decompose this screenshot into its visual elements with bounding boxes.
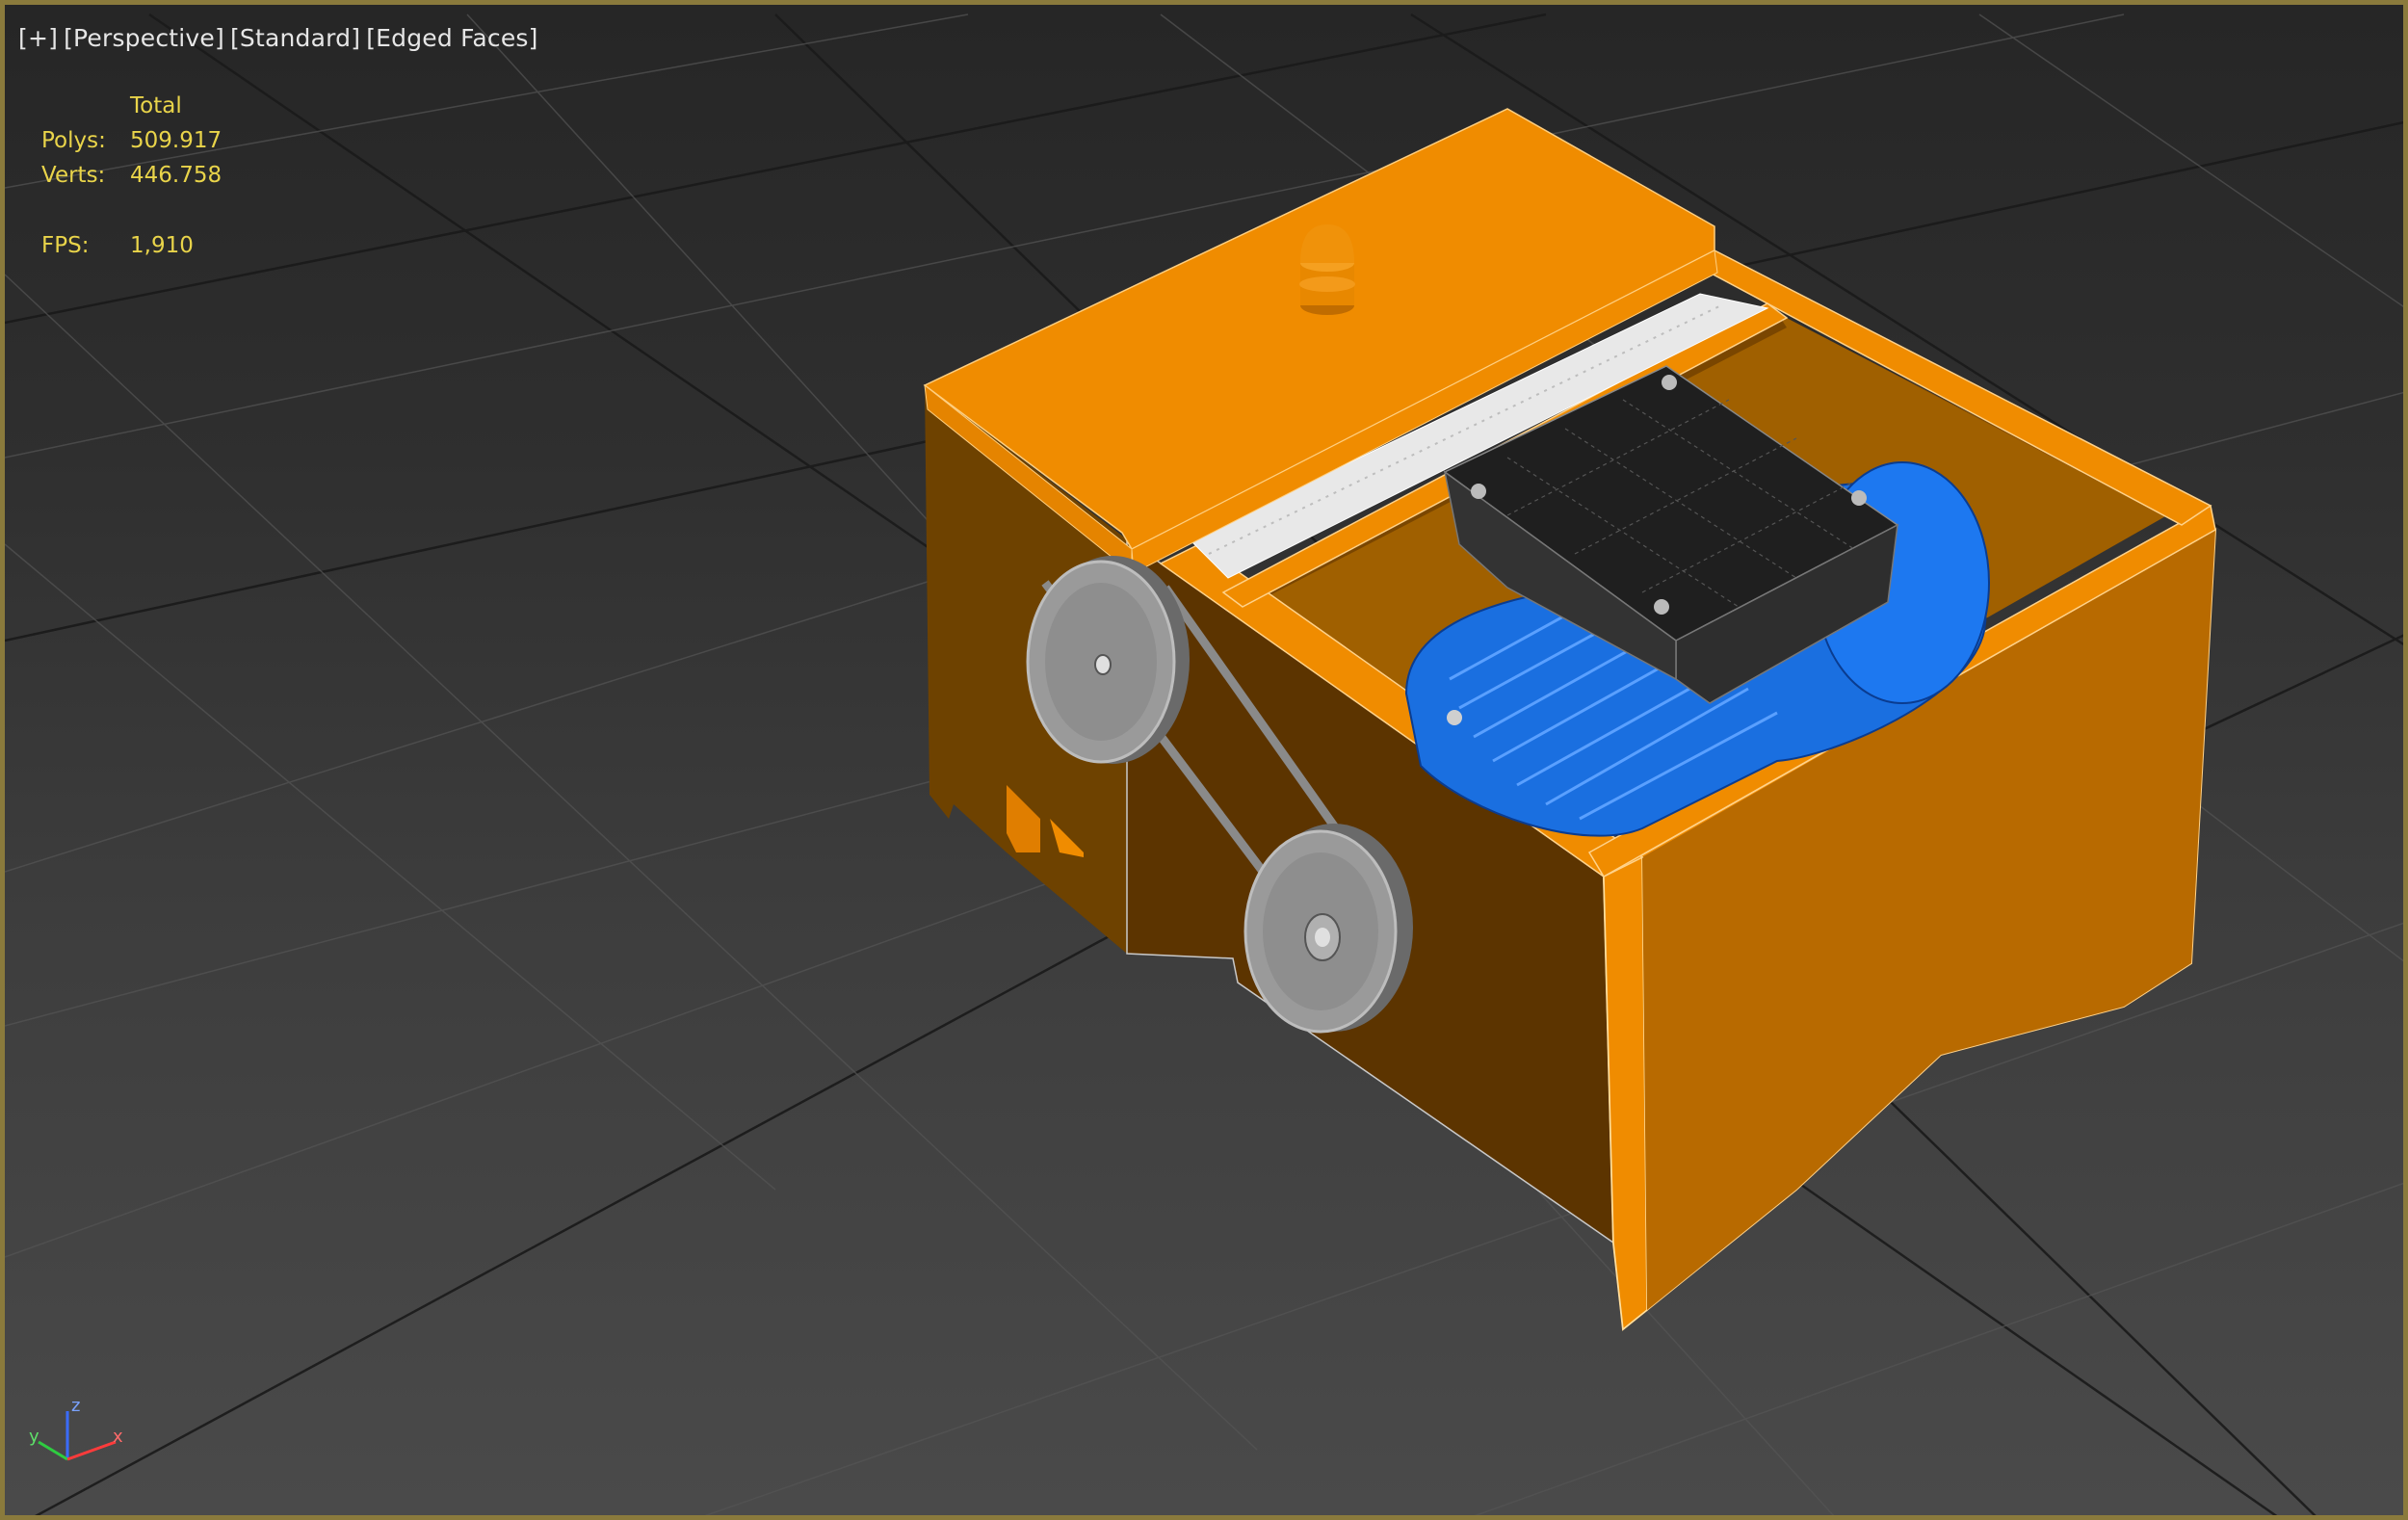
stats-fps-label: FPS: [41,233,90,258]
stats-polys-label: Polys: [41,128,106,153]
box-right-end-shade [1603,855,1648,1331]
viewport-view-menu[interactable]: [Perspective] [64,24,224,52]
axis-tripod-icon: z y x [29,1396,123,1461]
viewport-label-menu: [+] [Perspective] [Standard] [Edged Face… [18,24,538,52]
stats-verts-value: 446.758 [130,163,222,188]
stats-polys-row: Polys: 509.917 [41,128,222,153]
stats-fps-row: FPS: 1,910 [41,233,194,258]
stats-total-header: Total [130,93,182,118]
viewport[interactable]: [+] [Perspective] [Standard] [Edged Face… [0,0,2408,1520]
axis-y-label: y [29,1427,39,1447]
viewport-shading-standard-menu[interactable]: [Standard] [230,24,360,52]
stats-fps-value: 1,910 [130,233,194,258]
scene-canvas[interactable] [5,5,2408,1520]
upper-pulley[interactable] [1026,556,1190,764]
axis-z-label: z [71,1396,80,1416]
viewport-edged-faces-menu[interactable]: [Edged Faces] [366,24,537,52]
knob[interactable] [1299,224,1355,315]
stats-verts-row: Verts: 446.758 [41,163,222,188]
stats-verts-label: Verts: [41,163,106,188]
lower-pulley[interactable] [1243,824,1413,1034]
axis-x-label: x [113,1427,123,1447]
stats-polys-value: 509.917 [130,128,222,153]
viewport-plus-menu[interactable]: [+] [18,24,58,52]
